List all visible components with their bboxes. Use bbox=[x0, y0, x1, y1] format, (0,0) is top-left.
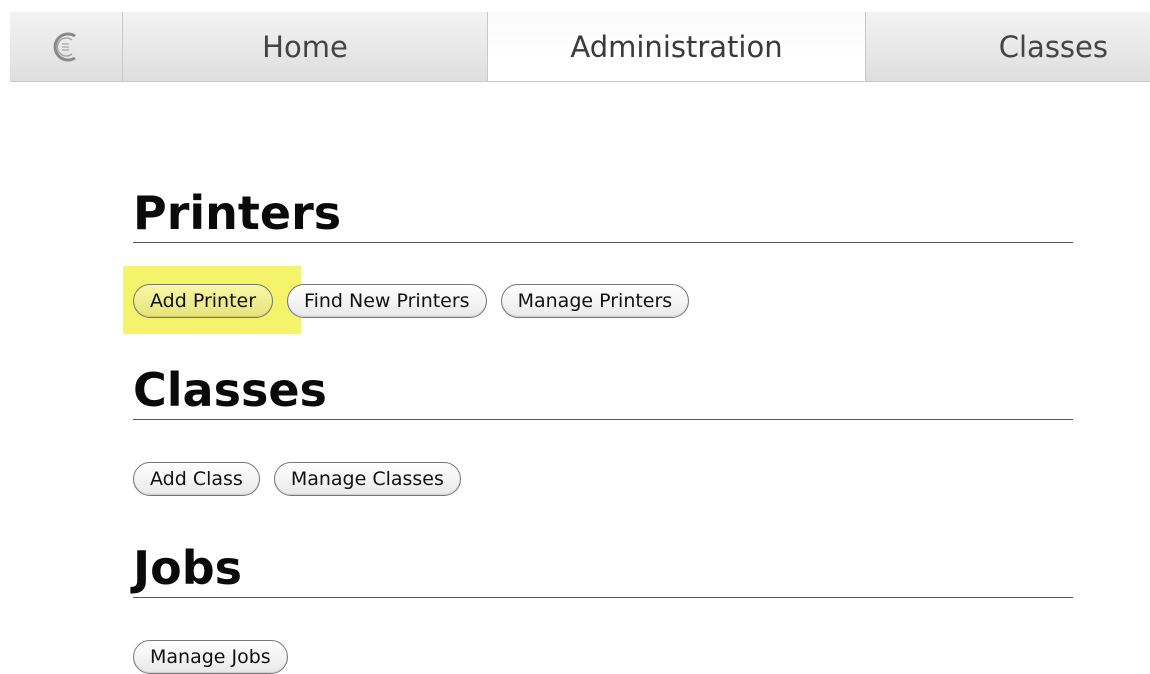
add-class-button[interactable]: Add Class bbox=[133, 462, 260, 496]
manage-classes-button[interactable]: Manage Classes bbox=[273, 462, 461, 496]
manage-printers-button[interactable]: Manage Printers bbox=[500, 284, 690, 318]
tab-classes[interactable]: Classes bbox=[866, 12, 1150, 82]
cups-logo[interactable] bbox=[10, 12, 123, 82]
printers-button-row: Add Printer Find New Printers Manage Pri… bbox=[133, 284, 690, 318]
classes-button-row: Add Class Manage Classes bbox=[133, 462, 461, 496]
printers-heading: Printers bbox=[133, 186, 1073, 243]
tab-bar: Home Administration Classes bbox=[10, 12, 1150, 82]
tab-administration[interactable]: Administration bbox=[488, 12, 866, 82]
tab-home[interactable]: Home bbox=[123, 12, 488, 82]
find-new-printers-button[interactable]: Find New Printers bbox=[287, 284, 487, 318]
jobs-button-row: Manage Jobs bbox=[133, 640, 288, 674]
jobs-heading: Jobs bbox=[133, 541, 1073, 598]
add-printer-button[interactable]: Add Printer bbox=[133, 284, 274, 318]
manage-jobs-button[interactable]: Manage Jobs bbox=[133, 640, 288, 674]
cups-logo-icon bbox=[53, 32, 76, 62]
classes-heading: Classes bbox=[133, 363, 1073, 420]
